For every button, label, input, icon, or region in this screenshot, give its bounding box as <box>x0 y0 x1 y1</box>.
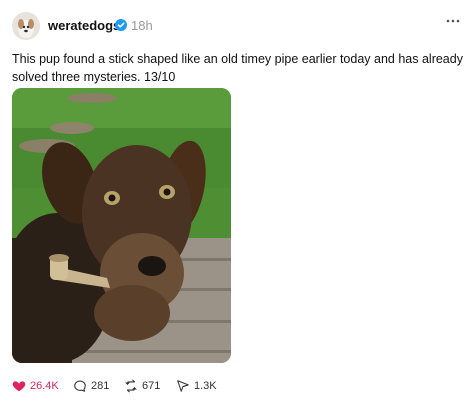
like-count: 26.4K <box>30 380 59 392</box>
post-card: weratedogs 18h This pup found a stick sh… <box>0 0 471 405</box>
verified-badge-icon <box>115 19 127 31</box>
repost-button[interactable]: 671 <box>124 377 160 395</box>
username[interactable]: weratedogs <box>48 18 120 33</box>
post-caption: This pup found a stick shaped like an ol… <box>12 52 463 84</box>
like-button[interactable]: 26.4K <box>12 377 59 395</box>
avatar[interactable] <box>12 12 40 40</box>
more-options-icon[interactable] <box>445 16 461 26</box>
repost-icon <box>125 379 137 393</box>
repost-count: 671 <box>142 380 161 392</box>
heart-icon <box>12 381 26 392</box>
share-count: 1.3K <box>194 380 217 392</box>
comment-icon <box>74 380 86 392</box>
timestamp: 18h <box>131 18 153 33</box>
reply-button[interactable]: 281 <box>73 377 109 395</box>
dog-avatar-icon <box>12 12 40 40</box>
share-button[interactable]: 1.3K <box>176 377 217 395</box>
send-icon <box>177 380 189 392</box>
reply-count: 281 <box>91 380 110 392</box>
post-image[interactable] <box>12 88 231 363</box>
dog-photo-icon <box>12 88 231 363</box>
